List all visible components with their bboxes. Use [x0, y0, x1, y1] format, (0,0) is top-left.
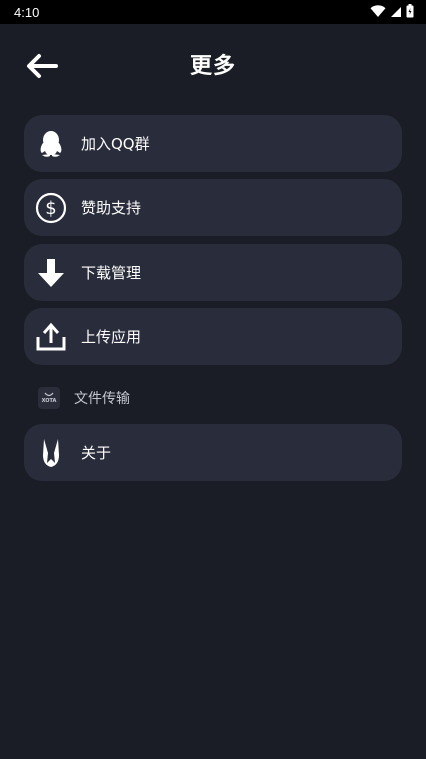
menu-item-label: 文件传输 [74, 391, 130, 407]
battery-icon [406, 3, 414, 22]
menu-item-label: 下载管理 [81, 264, 142, 282]
menu-item-label: 上传应用 [81, 328, 142, 346]
dollar-circle-icon: $ [34, 191, 68, 225]
menu-item-label: 加入QQ群 [81, 135, 150, 153]
wifi-icon [370, 3, 386, 22]
status-time: 4:10 [14, 4, 40, 20]
about-logo-icon [34, 436, 68, 470]
status-icons [370, 3, 414, 22]
status-bar: 4:10 [0, 0, 426, 24]
upload-icon [34, 320, 68, 354]
xota-icon-text: XOTA [41, 398, 57, 404]
menu-item-upload-app[interactable]: 上传应用 [24, 308, 402, 365]
menu-item-download-manager[interactable]: 下载管理 [24, 244, 402, 301]
qq-penguin-icon [34, 127, 68, 161]
xota-app-icon: XOTA [38, 387, 60, 409]
menu-item-label: 赞助支持 [81, 199, 142, 217]
menu-item-join-qq-group[interactable]: 加入QQ群 [24, 115, 402, 172]
menu-item-sponsor[interactable]: $ 赞助支持 [24, 179, 402, 236]
menu-item-file-transfer[interactable]: XOTA 文件传输 [24, 378, 402, 418]
signal-icon [390, 3, 402, 22]
menu-item-label: 关于 [81, 444, 112, 462]
menu-item-about[interactable]: 关于 [24, 424, 402, 481]
page-title: 更多 [189, 54, 236, 79]
header: 更多 [0, 24, 426, 108]
download-arrow-icon [34, 256, 68, 290]
svg-text:$: $ [45, 198, 56, 219]
